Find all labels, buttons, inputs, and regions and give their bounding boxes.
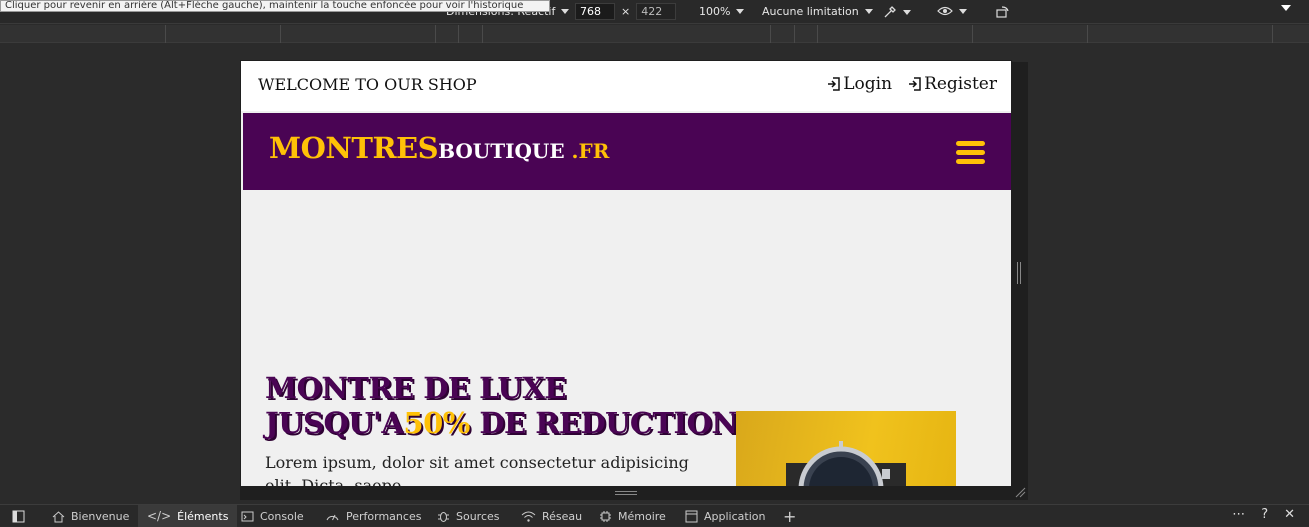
sidebar-toggle-icon xyxy=(12,510,25,522)
chevron-down-icon xyxy=(864,9,873,14)
plus-icon: + xyxy=(783,506,797,526)
more-menu-button[interactable] xyxy=(1281,5,1291,11)
tab-label: Performances xyxy=(346,509,422,523)
tab-memoire[interactable]: Mémoire xyxy=(590,505,675,527)
tab-label: Console xyxy=(260,509,304,523)
toggle-sidebar-button[interactable] xyxy=(6,505,31,527)
code-icon: </> xyxy=(147,509,172,523)
bug-icon xyxy=(438,511,449,522)
devtools-tabbar: Bienvenue </> Éléments Console Performan… xyxy=(0,504,1309,527)
hero-title-line1: MONTRE DE LUXE xyxy=(265,371,566,405)
eyedropper-icon xyxy=(884,6,896,18)
register-link[interactable]: Register xyxy=(908,74,997,94)
tab-sources[interactable]: Sources xyxy=(428,505,509,527)
add-tab-button[interactable]: + xyxy=(774,505,805,527)
zoom-label: 100% xyxy=(699,5,731,18)
media-query-ruler xyxy=(0,25,1309,43)
times-sign: × xyxy=(621,5,631,18)
chevron-down-icon xyxy=(1281,5,1291,11)
hamburger-menu-icon[interactable] xyxy=(956,141,985,165)
site-logo[interactable]: MONTRESBOUTIQUE .FR xyxy=(269,131,609,165)
chip-icon xyxy=(600,510,611,522)
eye-icon xyxy=(937,6,953,16)
login-link[interactable]: Login xyxy=(827,74,892,94)
tab-console[interactable]: Console xyxy=(232,505,313,527)
main-navbar: MONTRESBOUTIQUE .FR xyxy=(243,113,1011,190)
welcome-text: WELCOME TO OUR SHOP xyxy=(258,75,477,94)
window-icon xyxy=(685,510,698,522)
console-icon xyxy=(241,511,254,521)
discount-highlight: 50% xyxy=(403,406,470,440)
tab-label: Éléments xyxy=(177,509,229,523)
home-icon xyxy=(52,510,65,522)
rotate-button[interactable] xyxy=(996,5,1010,19)
tab-label: Sources xyxy=(456,509,500,523)
watch-image xyxy=(736,411,956,487)
shop-topbar: WELCOME TO OUR SHOP Login Register xyxy=(241,61,1011,111)
logo-sub-text: BOUTIQUE xyxy=(438,139,565,163)
throttling-select[interactable]: Aucune limitation xyxy=(762,5,873,18)
corner-resize-icon[interactable] xyxy=(1014,486,1026,498)
back-tooltip: Cliquer pour revenir en arrière (Alt+Flè… xyxy=(0,0,550,12)
sign-in-icon xyxy=(828,77,841,91)
logo-tld-text: .FR xyxy=(564,139,610,163)
rotate-device-icon xyxy=(996,6,1009,18)
tab-application[interactable]: Application xyxy=(676,505,774,527)
login-label: Login xyxy=(843,74,893,94)
sign-in-icon xyxy=(909,77,921,91)
hero-title-line2: JUSQU'A50% DE REDUCTION xyxy=(265,406,738,440)
more-options-icon[interactable]: ⋯ xyxy=(1232,507,1245,522)
zoom-select[interactable]: 100% xyxy=(699,5,745,18)
tab-elements[interactable]: </> Éléments xyxy=(138,505,238,527)
device-viewport: WELCOME TO OUR SHOP Login Register MONTR… xyxy=(240,60,1012,488)
tab-label: Réseau xyxy=(542,509,583,523)
gauge-icon xyxy=(326,514,339,520)
height-input[interactable]: 422 xyxy=(636,3,677,20)
logo-main-text: MONTRES xyxy=(269,131,439,165)
vertical-resize-handle[interactable] xyxy=(615,491,637,495)
chevron-down-icon xyxy=(736,9,745,14)
help-icon[interactable]: ? xyxy=(1261,507,1268,522)
tab-label: Mémoire xyxy=(618,509,666,523)
width-input[interactable]: 768 xyxy=(575,3,615,20)
tab-label: Bienvenue xyxy=(71,509,130,523)
horizontal-resize-handle[interactable] xyxy=(1017,262,1021,284)
chevron-down-icon xyxy=(561,9,570,14)
register-label: Register xyxy=(924,74,997,94)
tab-label: Application xyxy=(704,509,766,523)
tab-reseau[interactable]: Réseau xyxy=(512,505,591,527)
tab-bienvenue[interactable]: Bienvenue xyxy=(43,505,138,527)
chevron-down-icon xyxy=(903,9,911,15)
chevron-down-icon xyxy=(959,8,967,14)
throttling-label: Aucune limitation xyxy=(762,5,859,18)
dropper-button[interactable] xyxy=(883,5,911,19)
wifi-icon xyxy=(521,511,536,522)
hero-title: MONTRE DE LUXE JUSQU'A50% DE REDUCTION xyxy=(265,371,738,441)
vision-button[interactable] xyxy=(937,5,967,17)
hero-description: Lorem ipsum, dolor sit amet consectetur … xyxy=(265,453,689,488)
close-icon[interactable]: ✕ xyxy=(1284,507,1295,522)
tab-performances[interactable]: Performances xyxy=(316,505,430,527)
watch-illustration xyxy=(786,441,906,487)
